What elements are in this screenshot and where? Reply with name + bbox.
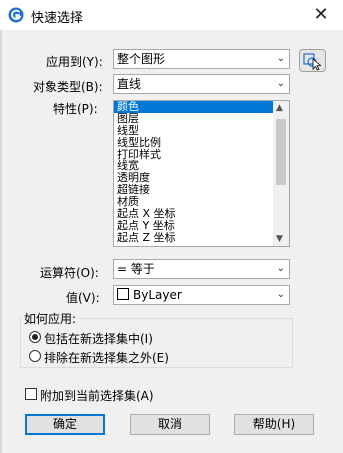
ok-button[interactable]: 确定 bbox=[25, 414, 105, 435]
close-button[interactable]: ✕ bbox=[299, 0, 343, 30]
chevron-down-icon: ⌄ bbox=[276, 78, 285, 89]
title-bar: 快速选择 ✕ bbox=[0, 0, 343, 30]
properties-list[interactable]: 颜色 图层 线型 线型比例 打印样式 线宽 透明度 超链接 材质 起点 X 坐标… bbox=[113, 100, 290, 247]
cancel-button[interactable]: 取消 bbox=[130, 414, 210, 435]
list-item[interactable]: 材质 bbox=[114, 196, 289, 208]
list-item[interactable]: 线型 bbox=[114, 125, 289, 137]
scroll-down-icon[interactable]: ▼ bbox=[276, 234, 283, 244]
scroll-up-icon[interactable]: ▲ bbox=[276, 103, 283, 113]
list-item[interactable]: 颜色 bbox=[114, 101, 289, 113]
append-checkbox[interactable] bbox=[25, 388, 37, 400]
list-item[interactable]: 打印样式 bbox=[114, 149, 289, 161]
operator-label: 运算符(O): bbox=[40, 266, 99, 280]
window-border bbox=[0, 30, 2, 453]
window-title: 快速选择 bbox=[31, 11, 84, 26]
list-item[interactable]: 起点 X 坐标 bbox=[114, 208, 289, 220]
properties-label: 特性(P): bbox=[53, 102, 98, 116]
object-type-value: 直线 bbox=[117, 77, 142, 91]
how-to-apply-title: 如何应用: bbox=[22, 310, 79, 327]
properties-scrollbar[interactable]: ▲ ▼ bbox=[273, 101, 289, 246]
list-item[interactable]: 线宽 bbox=[114, 160, 289, 172]
operator-value: = 等于 bbox=[117, 262, 155, 276]
object-type-label: 对象类型(B): bbox=[33, 80, 103, 94]
color-swatch-icon bbox=[117, 288, 129, 300]
help-button[interactable]: 帮助(H) bbox=[234, 414, 314, 435]
select-objects-icon bbox=[303, 53, 322, 71]
append-checkbox-label[interactable]: 附加到当前选择集(A) bbox=[40, 387, 154, 404]
exclude-radio[interactable] bbox=[29, 350, 41, 362]
apply-to-select[interactable]: 整个图形 ⌄ bbox=[113, 49, 290, 69]
list-item[interactable]: 透明度 bbox=[114, 172, 289, 184]
scroll-thumb[interactable] bbox=[276, 119, 286, 185]
apply-to-label: 应用到(Y): bbox=[46, 55, 103, 69]
apply-to-value: 整个图形 bbox=[117, 52, 166, 66]
select-objects-button[interactable] bbox=[299, 49, 326, 72]
object-type-select[interactable]: 直线 ⌄ bbox=[113, 74, 290, 94]
list-item[interactable]: 起点 Z 坐标 bbox=[114, 232, 289, 244]
exclude-radio-label[interactable]: 排除在新选择集之外(E) bbox=[44, 349, 169, 366]
chevron-down-icon: ⌄ bbox=[276, 53, 285, 64]
list-item[interactable]: 超链接 bbox=[114, 184, 289, 196]
list-item[interactable]: 线型比例 bbox=[114, 137, 289, 149]
operator-select[interactable]: = 等于 ⌄ bbox=[113, 259, 290, 279]
value-label: 值(V): bbox=[66, 291, 100, 305]
chevron-down-icon: ⌄ bbox=[276, 263, 285, 274]
chevron-down-icon: ⌄ bbox=[276, 289, 285, 300]
list-item[interactable]: 图层 bbox=[114, 113, 289, 125]
app-logo-icon bbox=[8, 7, 24, 23]
include-radio-label[interactable]: 包括在新选择集中(I) bbox=[44, 330, 153, 347]
value-select[interactable]: ByLayer ⌄ bbox=[113, 285, 290, 305]
include-radio[interactable] bbox=[29, 331, 41, 343]
value-text: ByLayer bbox=[133, 288, 182, 302]
list-item[interactable]: 起点 Y 坐标 bbox=[114, 220, 289, 232]
